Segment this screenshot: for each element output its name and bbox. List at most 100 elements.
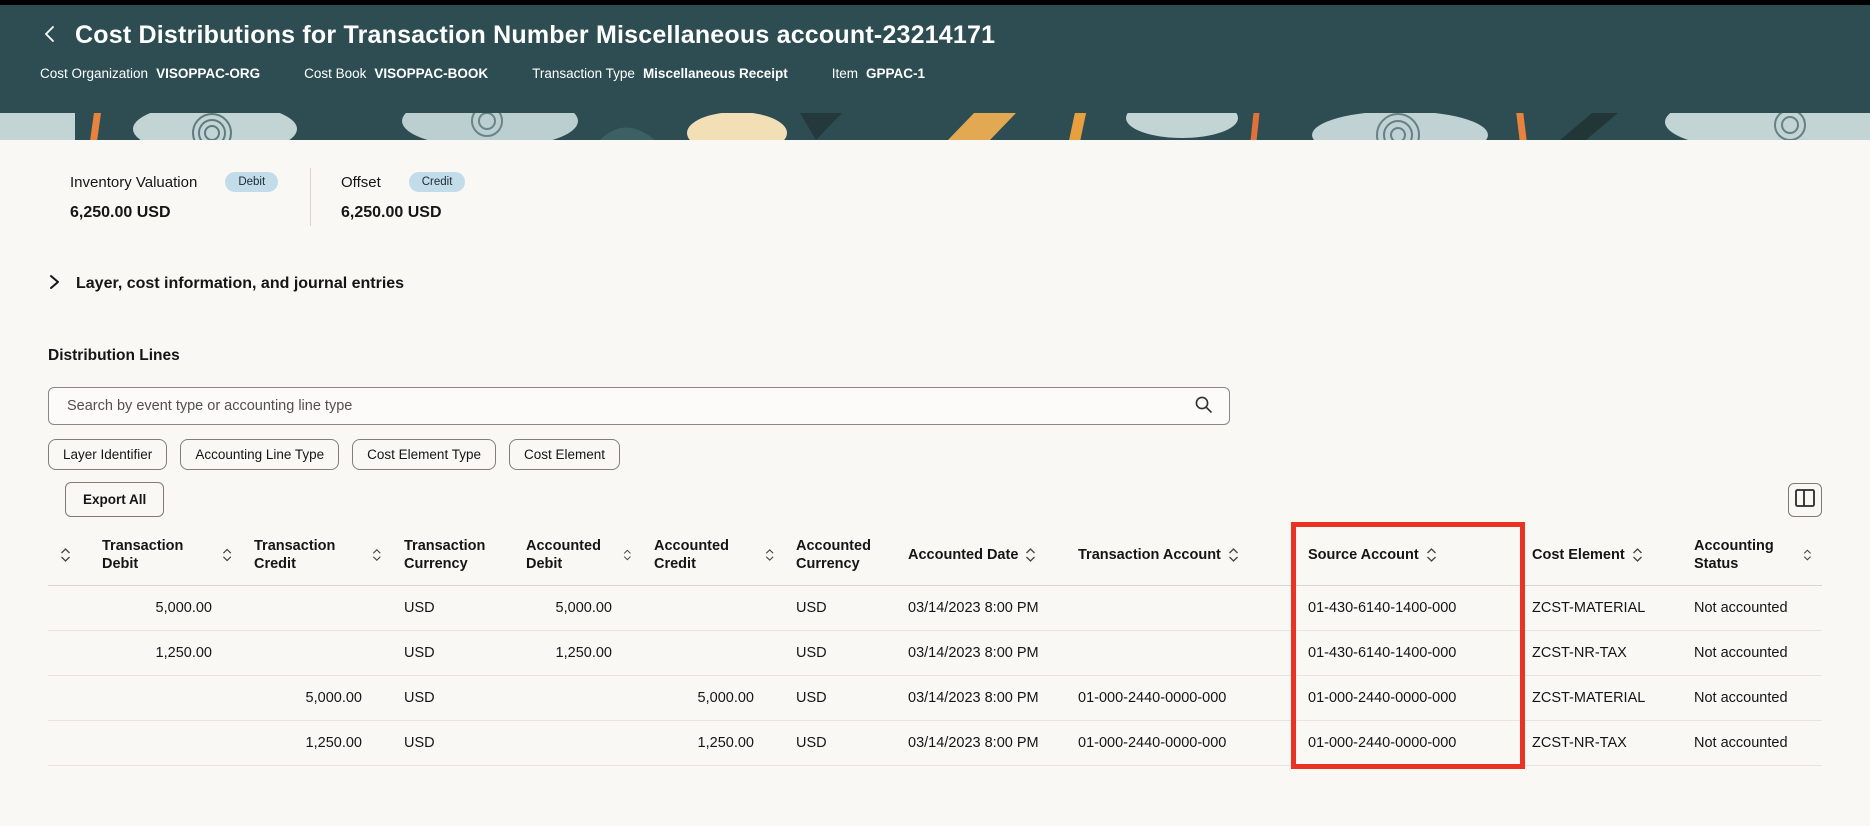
filter-chip-cost-element[interactable]: Cost Element (508, 439, 621, 470)
column-label: Accounted Debit (526, 538, 601, 573)
column-header-row-sort[interactable] (48, 525, 90, 587)
column-header-accounted-debit[interactable]: Accounted Debit (514, 525, 642, 587)
table-cell (642, 585, 784, 632)
table-cell (1066, 630, 1296, 677)
table-cell: ZCST-MATERIAL (1520, 675, 1682, 722)
table-cell: 03/14/2023 8:00 PM (896, 585, 1066, 632)
column-header-transaction-credit[interactable]: Transaction Credit (242, 525, 392, 587)
table-row[interactable]: 5,000.00 USD 5,000.00 USD 03/14/2023 8:00 PM… (48, 585, 1822, 632)
column-header-source-account[interactable]: Source Account (1296, 525, 1520, 587)
card-label: Offset (341, 173, 381, 191)
table-cell (90, 720, 242, 767)
header-context: Cost Organization VISOPPAC-ORG Cost Book… (40, 66, 1830, 81)
table-header: Transaction Debit Transaction Credit Trans… (48, 525, 1822, 587)
column-label: Accounted Credit (654, 538, 729, 573)
column-label: Source Account (1308, 547, 1419, 564)
sort-icon (1026, 548, 1036, 563)
table-cell: 1,250.00 (514, 630, 642, 677)
chevron-left-icon (42, 24, 57, 47)
column-header-accounted-credit[interactable]: Accounted Credit (642, 525, 784, 587)
debit-badge: Debit (225, 172, 279, 192)
table-cell: 5,000.00 (242, 675, 392, 722)
table-cell (514, 675, 642, 722)
columns-icon (1795, 489, 1815, 510)
summary-row: Inventory Valuation Debit 6,250.00 USD O… (70, 168, 1822, 226)
column-label: Accounted Date (908, 547, 1019, 564)
column-label: Transaction Account (1078, 547, 1221, 564)
table-cell: Not accounted (1682, 720, 1822, 767)
page-header: Cost Distributions for Transaction Numbe… (0, 5, 1870, 113)
column-header-accounted-currency: Accounted Currency (784, 525, 896, 587)
search-icon (1194, 395, 1213, 417)
distribution-lines-table: Transaction Debit Transaction Credit Trans… (48, 525, 1822, 767)
table-cell: Not accounted (1682, 630, 1822, 677)
context-transaction-type: Transaction Type Miscellaneous Receipt (532, 66, 788, 81)
distribution-lines-table-wrap: Transaction Debit Transaction Credit Trans… (48, 522, 1822, 770)
sort-icon (222, 548, 232, 562)
table-row[interactable]: 5,000.00 USD 5,000.00 USD 03/14/2023 8:00 PM… (48, 675, 1822, 722)
table-cell (642, 630, 784, 677)
sort-icon (1804, 549, 1812, 561)
back-button[interactable] (40, 22, 59, 49)
export-all-button[interactable]: Export All (65, 482, 165, 517)
table-cell: USD (392, 675, 514, 722)
column-header-transaction-account[interactable]: Transaction Account (1066, 525, 1296, 587)
column-label: Transaction Debit (102, 538, 184, 573)
filter-chip-accounting-line-type[interactable]: Accounting Line Type (180, 439, 340, 470)
decorative-banner (0, 113, 1870, 140)
column-header-transaction-debit[interactable]: Transaction Debit (90, 525, 242, 587)
summary-divider (310, 168, 311, 226)
table-cell: 1,250.00 (90, 630, 242, 677)
column-header-cost-element[interactable]: Cost Element (1520, 525, 1682, 587)
table-cell: 5,000.00 (90, 585, 242, 632)
table-cell: USD (784, 720, 896, 767)
sort-icon (624, 549, 632, 561)
column-label: Cost Element (1532, 547, 1625, 564)
page-title: Cost Distributions for Transaction Numbe… (75, 21, 996, 49)
table-cell (90, 675, 242, 722)
table-cell: 01-000-2440-0000-000 (1296, 675, 1520, 722)
manage-columns-button[interactable] (1788, 482, 1822, 517)
column-header-accounting-status[interactable]: Accounting Status (1682, 525, 1822, 587)
table-cell: ZCST-MATERIAL (1520, 585, 1682, 632)
credit-badge: Credit (408, 172, 466, 192)
chevron-right-icon (48, 274, 60, 293)
context-cost-organization: Cost Organization VISOPPAC-ORG (40, 66, 261, 81)
table-cell: Not accounted (1682, 675, 1822, 722)
table-cell: USD (392, 630, 514, 677)
table-row[interactable]: 1,250.00 USD 1,250.00 USD 03/14/2023 8:00 PM… (48, 720, 1822, 767)
search-box (48, 387, 1230, 425)
table-cell: USD (784, 630, 896, 677)
table-cell: USD (392, 720, 514, 767)
table-cell: USD (784, 675, 896, 722)
table-row[interactable]: 1,250.00 USD 1,250.00 USD 03/14/2023 8:00 PM… (48, 630, 1822, 677)
card-label: Inventory Valuation (70, 173, 198, 191)
context-cost-book: Cost Book VISOPPAC-BOOK (304, 66, 489, 81)
table-cell: 01-430-6140-1400-000 (1296, 630, 1520, 677)
filter-chip-cost-element-type[interactable]: Cost Element Type (352, 439, 496, 470)
search-button[interactable] (1192, 393, 1215, 419)
sort-icon (765, 549, 774, 562)
column-header-accounted-date[interactable]: Accounted Date (896, 525, 1066, 587)
table-cell: 5,000.00 (642, 675, 784, 722)
offset-card: Offset Credit 6,250.00 USD (341, 168, 551, 226)
context-item: Item GPPAC-1 (831, 66, 926, 81)
table-cell: 03/14/2023 8:00 PM (896, 720, 1066, 767)
table-cell: Not accounted (1682, 585, 1822, 632)
sort-icon (373, 549, 382, 562)
table-cell: USD (392, 585, 514, 632)
layer-cost-info-section-toggle[interactable]: Layer, cost information, and journal ent… (48, 274, 404, 293)
table-cell: 01-430-6140-1400-000 (1296, 585, 1520, 632)
table-cell: 03/14/2023 8:00 PM (896, 630, 1066, 677)
search-input[interactable] (65, 397, 1192, 415)
main-content: Inventory Valuation Debit 6,250.00 USD O… (0, 140, 1870, 770)
sort-icon (61, 548, 70, 563)
sort-icon (1426, 548, 1436, 563)
column-header-transaction-currency: Transaction Currency (392, 525, 514, 587)
table-toolbar: Export All (48, 482, 1822, 517)
filter-chip-layer-identifier[interactable]: Layer Identifier (48, 439, 168, 470)
table-cell: ZCST-NR-TAX (1520, 630, 1682, 677)
column-label: Accounted Currency (796, 538, 871, 573)
table-cell (48, 585, 90, 632)
table-cell: 01-000-2440-0000-000 (1066, 720, 1296, 767)
